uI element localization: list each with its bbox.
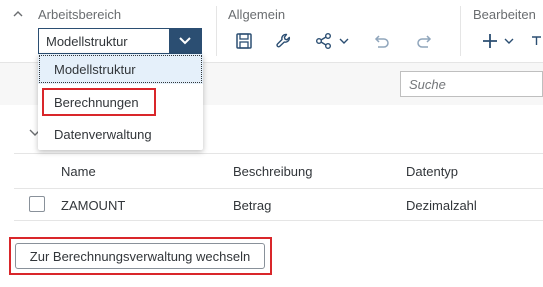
search-placeholder: Suche [409, 77, 446, 92]
dropdown-item-label: Modellstruktur [54, 62, 136, 77]
chevron-down-icon[interactable] [337, 31, 351, 51]
more-icon[interactable] [530, 31, 543, 51]
table-header: Name Beschreibung Datentyp [14, 153, 543, 189]
chevron-up-icon[interactable] [11, 7, 25, 21]
redo-icon[interactable] [414, 31, 434, 51]
highlight-frame [42, 88, 156, 116]
toolbar-separator [216, 6, 217, 56]
column-header-datentyp[interactable]: Datentyp [406, 164, 458, 179]
add-icon[interactable] [480, 31, 500, 51]
cell-name: ZAMOUNT [61, 198, 126, 213]
wrench-icon[interactable] [274, 31, 294, 51]
group-title-allgemein: Allgemein [228, 7, 286, 22]
share-icon[interactable] [314, 31, 334, 51]
column-header-beschreibung[interactable]: Beschreibung [233, 164, 313, 179]
toolbar-separator [460, 6, 461, 56]
workspace-select[interactable]: Modellstruktur [38, 28, 202, 54]
toolbar: Arbeitsbereich Allgemein Bearbeiten Mode… [0, 0, 543, 62]
cell-beschreibung: Betrag [233, 198, 272, 213]
dropdown-item-modellstruktur[interactable]: Modellstruktur [38, 54, 203, 84]
dropdown-item-datenverwaltung[interactable]: Datenverwaltung [38, 119, 203, 149]
workspace-select-value: Modellstruktur [46, 34, 128, 49]
column-header-name[interactable]: Name [61, 164, 96, 179]
dropdown-item-label: Datenverwaltung [54, 127, 152, 142]
group-title-bearbeiten: Bearbeiten [473, 7, 536, 22]
workspace-select-button[interactable] [169, 29, 201, 53]
chevron-down-icon[interactable] [502, 31, 516, 51]
save-icon[interactable] [234, 31, 254, 51]
group-title-arbeitsbereich: Arbeitsbereich [38, 7, 122, 22]
search-field[interactable]: Suche [400, 71, 543, 97]
chevron-down-icon [179, 37, 191, 45]
undo-icon[interactable] [372, 31, 392, 51]
row-checkbox[interactable] [29, 196, 45, 212]
table-row[interactable]: ZAMOUNT Betrag Dezimalzahl [14, 189, 543, 221]
cell-datentyp: Dezimalzahl [406, 198, 477, 213]
highlight-frame [9, 237, 272, 275]
